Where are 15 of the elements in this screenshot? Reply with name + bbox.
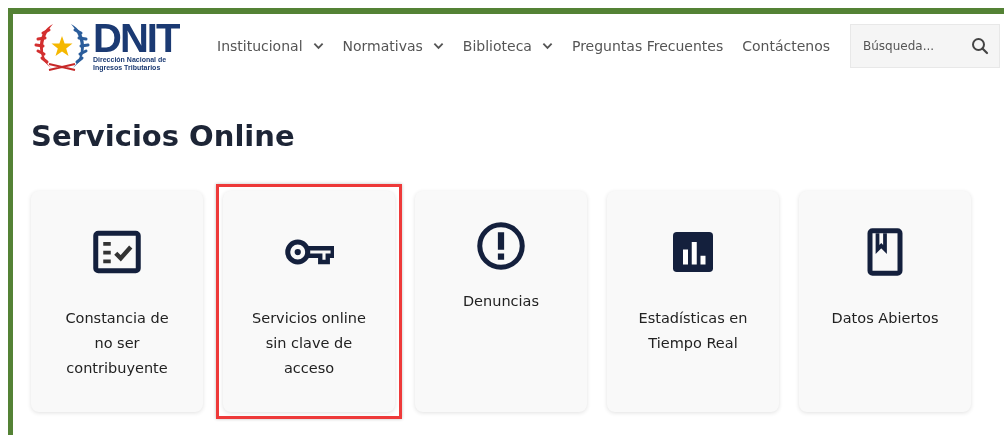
service-card[interactable]: Constancia de no ser contribuyente [31, 191, 203, 412]
logo-wordmark: DNIT [93, 20, 179, 56]
search-icon[interactable] [971, 37, 989, 55]
page-title: Servicios Online [31, 118, 296, 155]
search-field[interactable]: Búsqueda... [863, 39, 959, 53]
nav-link[interactable]: Normativas [342, 38, 444, 54]
service-card[interactable]: Servicios online sin clave de acceso [223, 191, 395, 412]
nav-link[interactable]: Biblioteca [462, 38, 553, 54]
nav-link[interactable]: Institucional [217, 38, 324, 54]
nav-link[interactable]: Contáctenos [742, 38, 831, 54]
service-card[interactable]: Denuncias [415, 191, 587, 412]
exclamation-icon [476, 221, 526, 271]
nav-link[interactable]: Preguntas Frecuentes [571, 38, 724, 54]
service-card[interactable]: Estadísticas en Tiempo Real [607, 191, 779, 412]
service-card[interactable]: Datos Abiertos [799, 191, 971, 412]
